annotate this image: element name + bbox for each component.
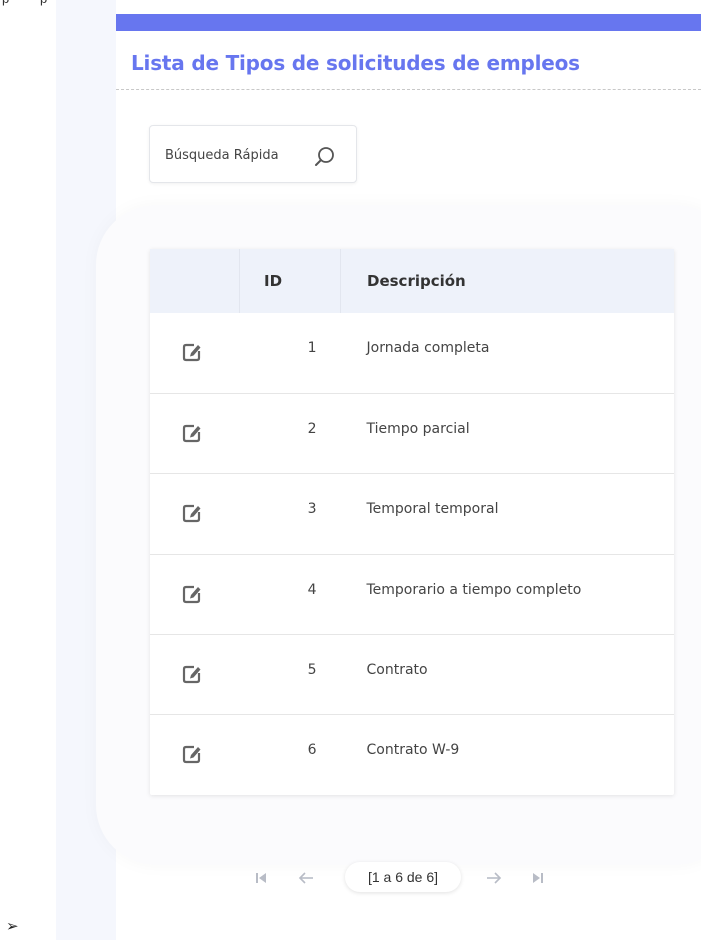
row-description-cell: Jornada completa xyxy=(366,340,490,356)
title-divider xyxy=(116,89,701,90)
column-header-action xyxy=(150,249,240,313)
pagination: [1 a 6 de 6] xyxy=(116,858,701,898)
quick-search-box xyxy=(149,125,357,183)
page-indicator: [1 a 6 de 6] xyxy=(345,862,461,892)
table-row: 1 Jornada completa xyxy=(150,313,674,393)
last-page-icon xyxy=(533,873,543,883)
table-header-row: ID Descripción xyxy=(150,249,674,313)
table-row: 3 Temporal temporal xyxy=(150,473,674,554)
row-action-cell xyxy=(150,715,240,795)
first-page-icon xyxy=(256,873,266,883)
next-page-button[interactable] xyxy=(484,868,504,888)
bullet-arrow-icon: ➢ xyxy=(6,917,19,935)
main-panel: Lista de Tipos de solicitudes de empleos… xyxy=(96,0,701,940)
row-description-cell: Temporal temporal xyxy=(366,501,499,518)
last-page-button[interactable] xyxy=(528,868,548,888)
row-id-cell: 1 xyxy=(307,340,317,356)
row-description-cell: Tiempo parcial xyxy=(366,420,470,437)
row-action-cell xyxy=(150,554,240,634)
accent-bar xyxy=(116,14,701,31)
edit-icon[interactable] xyxy=(181,583,203,605)
first-page-button[interactable] xyxy=(251,868,271,888)
table-row: 2 Tiempo parcial xyxy=(150,393,674,473)
page-title: Lista de Tipos de solicitudes de empleos xyxy=(131,51,580,75)
row-description-cell: Temporario a tiempo completo xyxy=(366,581,582,598)
table-row: 6 Contrato W-9 xyxy=(150,714,674,795)
edit-icon[interactable] xyxy=(181,422,203,444)
column-header-id[interactable]: ID xyxy=(239,249,341,313)
arrow-left-icon xyxy=(298,872,313,884)
edit-icon[interactable] xyxy=(181,502,203,524)
row-description-cell: Contrato xyxy=(366,662,428,679)
row-id-cell: 3 xyxy=(307,501,317,518)
table-row: 5 Contrato xyxy=(150,634,674,715)
search-icon[interactable] xyxy=(312,144,338,170)
row-id-cell: 6 xyxy=(307,742,317,759)
row-description-cell: Contrato W-9 xyxy=(366,742,460,759)
data-table: ID Descripción 1 Jornada completa 2 Tiempo … xyxy=(150,249,674,795)
row-id-cell: 2 xyxy=(307,420,317,437)
row-action-cell xyxy=(150,313,240,393)
previous-page-button[interactable] xyxy=(296,868,316,888)
edit-icon[interactable] xyxy=(181,341,203,363)
edit-icon[interactable] xyxy=(181,663,203,685)
row-action-cell xyxy=(150,474,240,554)
row-id-cell: 4 xyxy=(307,581,317,598)
arrow-right-icon xyxy=(487,872,502,884)
search-input[interactable] xyxy=(165,144,297,166)
edit-icon[interactable] xyxy=(181,743,203,765)
table-card: ID Descripción 1 Jornada completa 2 Tiempo … xyxy=(150,249,674,795)
column-header-description[interactable]: Descripción xyxy=(341,249,675,313)
row-action-cell xyxy=(150,635,240,715)
row-action-cell xyxy=(150,393,240,473)
table-row: 4 Temporario a tiempo completo xyxy=(150,554,674,634)
row-id-cell: 5 xyxy=(307,662,317,679)
